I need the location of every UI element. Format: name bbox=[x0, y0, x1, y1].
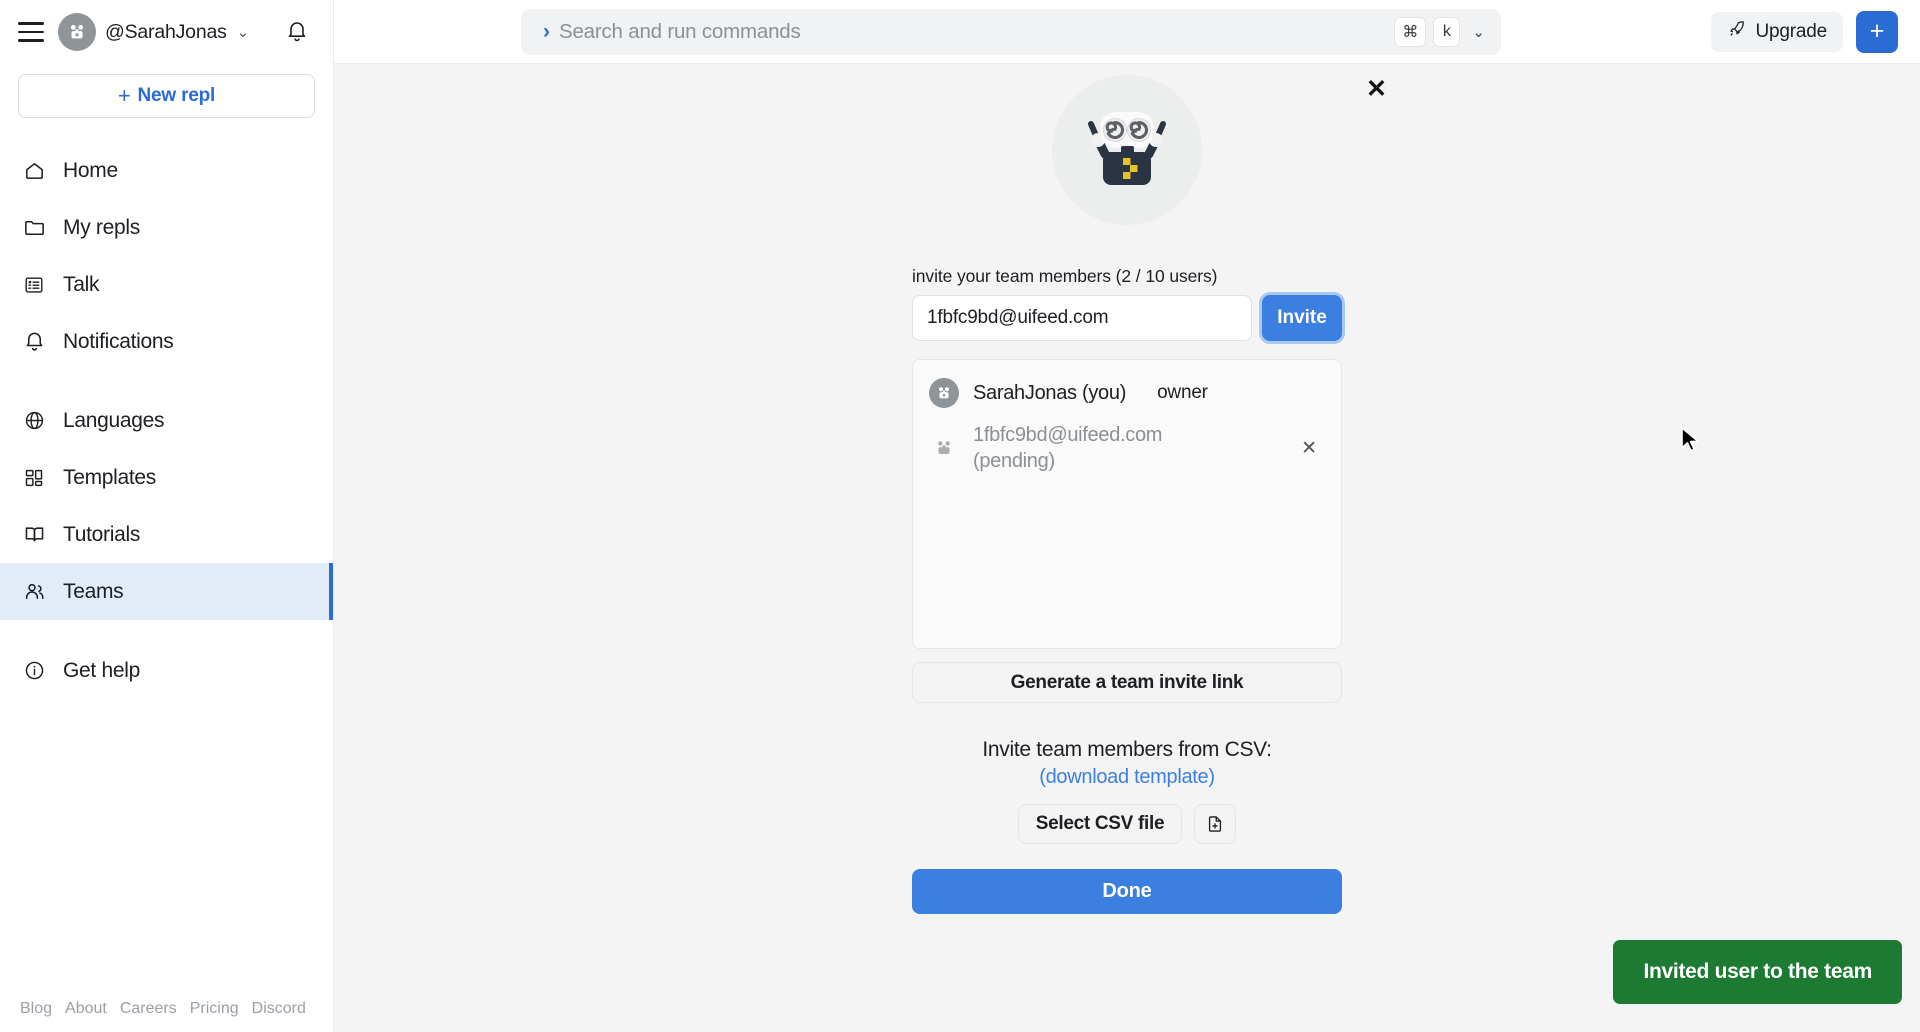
bell-icon[interactable] bbox=[285, 20, 309, 44]
search-input[interactable]: › Search and run commands ⌘ k ⌄ bbox=[521, 8, 1501, 55]
select-csv-file-button[interactable]: Select CSV file bbox=[1017, 804, 1183, 844]
robot-avatar-faded-icon bbox=[929, 433, 959, 463]
sidebar-nav: Home My repls Talk Notifications Languag… bbox=[0, 136, 333, 699]
sidebar-item-tutorials[interactable]: Tutorials bbox=[0, 506, 333, 563]
csv-section-title: Invite team members from CSV: bbox=[982, 738, 1272, 761]
sidebar-item-get-help[interactable]: Get help bbox=[0, 642, 333, 699]
csv-actions-row: Select CSV file bbox=[1017, 804, 1237, 844]
chevron-down-icon[interactable]: ⌄ bbox=[1472, 23, 1485, 41]
remove-member-icon[interactable]: ✕ bbox=[1301, 437, 1325, 460]
top-bar: › Search and run commands ⌘ k ⌄ Upgrade bbox=[334, 0, 1920, 64]
content-area: ✕ invite your team members (2 / 10 users… bbox=[334, 64, 1920, 1032]
sidebar-item-teams[interactable]: Teams bbox=[0, 563, 333, 620]
info-circle-icon bbox=[22, 659, 46, 683]
footer-link-blog[interactable]: Blog bbox=[20, 1000, 52, 1018]
sidebar-item-notifications[interactable]: Notifications bbox=[0, 313, 333, 370]
list-item: SarahJonas (you) owner bbox=[929, 378, 1325, 408]
book-icon bbox=[22, 523, 46, 547]
hamburger-menu-icon[interactable] bbox=[18, 22, 44, 42]
home-icon bbox=[22, 159, 46, 183]
sidebar-item-templates[interactable]: Templates bbox=[0, 449, 333, 506]
app-root: @SarahJonas ⌄ + New repl Home My repls T… bbox=[0, 0, 1920, 1032]
footer-link-careers[interactable]: Careers bbox=[120, 1000, 177, 1018]
new-repl-button[interactable]: + New repl bbox=[18, 74, 315, 118]
talk-list-icon bbox=[22, 273, 46, 297]
sidebar-item-talk[interactable]: Talk bbox=[0, 256, 333, 313]
sidebar-item-home[interactable]: Home bbox=[0, 142, 333, 199]
users-icon bbox=[22, 580, 46, 604]
file-plus-icon[interactable] bbox=[1194, 804, 1237, 844]
member-role: owner bbox=[1157, 382, 1208, 403]
main-area: › Search and run commands ⌘ k ⌄ Upgrade bbox=[334, 0, 1920, 1032]
kbd-k-badge: k bbox=[1433, 16, 1461, 47]
sidebar-item-label: Languages bbox=[63, 408, 165, 432]
team-invite-modal: ✕ invite your team members (2 / 10 users… bbox=[912, 64, 1387, 914]
bell-icon bbox=[22, 330, 46, 354]
list-item: 1fbfc9bd@uifeed.com (pending) ✕ bbox=[929, 422, 1325, 475]
grid-icon bbox=[22, 466, 46, 490]
new-repl-label: New repl bbox=[137, 85, 216, 106]
sidebar-item-label: Teams bbox=[63, 579, 124, 603]
username-label: @SarahJonas bbox=[105, 20, 227, 43]
plus-icon: + bbox=[1869, 17, 1885, 45]
sidebar-item-my-repls[interactable]: My repls bbox=[0, 199, 333, 256]
invite-row: Invite bbox=[912, 295, 1342, 341]
chevron-right-icon: › bbox=[543, 19, 550, 43]
sidebar-item-label: Home bbox=[63, 158, 118, 182]
globe-icon bbox=[22, 409, 46, 433]
plus-icon: + bbox=[117, 83, 131, 108]
kbd-command-badge: ⌘ bbox=[1394, 16, 1427, 47]
user-menu-button[interactable]: @SarahJonas ⌄ bbox=[58, 13, 249, 51]
footer-link-about[interactable]: About bbox=[65, 1000, 107, 1018]
status-badge: Invited user to the team bbox=[1613, 940, 1902, 1004]
members-list: SarahJonas (you) owner 1fbfc9bd@uifeed.c… bbox=[912, 359, 1342, 649]
email-field[interactable] bbox=[912, 295, 1252, 341]
replit-robot-mascot-icon bbox=[1052, 75, 1202, 225]
mouse-pointer-icon bbox=[1679, 426, 1703, 461]
footer-link-discord[interactable]: Discord bbox=[252, 1000, 306, 1018]
chevron-down-icon: ⌄ bbox=[236, 24, 250, 41]
invite-label: invite your team members (2 / 10 users) bbox=[912, 266, 1218, 286]
done-button[interactable]: Done bbox=[912, 869, 1342, 914]
footer-link-pricing[interactable]: Pricing bbox=[190, 1000, 239, 1018]
sidebar-item-label: Notifications bbox=[63, 329, 174, 353]
upgrade-label: Upgrade bbox=[1755, 20, 1828, 42]
nav-divider-space bbox=[0, 370, 333, 392]
generate-invite-link-button[interactable]: Generate a team invite link bbox=[912, 662, 1342, 703]
folder-icon bbox=[22, 216, 46, 240]
member-name: SarahJonas (you) bbox=[973, 381, 1127, 404]
member-name: 1fbfc9bd@uifeed.com (pending) bbox=[973, 424, 1163, 473]
invite-button[interactable]: Invite bbox=[1262, 295, 1342, 341]
robot-avatar-icon bbox=[929, 378, 959, 408]
sidebar-item-label: Tutorials bbox=[63, 522, 141, 546]
sidebar-item-languages[interactable]: Languages bbox=[0, 392, 333, 449]
sidebar-footer-links: Blog About Careers Pricing Discord bbox=[0, 1000, 333, 1032]
nav-divider-space-2 bbox=[0, 620, 333, 642]
close-icon[interactable]: ✕ bbox=[1366, 77, 1387, 102]
sidebar-item-label: Get help bbox=[63, 658, 140, 682]
sidebar-item-label: My repls bbox=[63, 215, 140, 239]
upgrade-button[interactable]: Upgrade bbox=[1710, 11, 1843, 52]
sidebar: @SarahJonas ⌄ + New repl Home My repls T… bbox=[0, 0, 334, 1032]
search-placeholder: Search and run commands bbox=[559, 19, 801, 43]
sidebar-item-label: Templates bbox=[63, 465, 157, 489]
create-new-button[interactable]: + bbox=[1856, 10, 1898, 53]
sidebar-item-label: Talk bbox=[63, 272, 100, 296]
sidebar-header: @SarahJonas ⌄ bbox=[0, 0, 333, 64]
download-template-link[interactable]: (download template) bbox=[1039, 766, 1215, 789]
avatar bbox=[58, 13, 96, 51]
rocket-icon bbox=[1727, 19, 1747, 45]
